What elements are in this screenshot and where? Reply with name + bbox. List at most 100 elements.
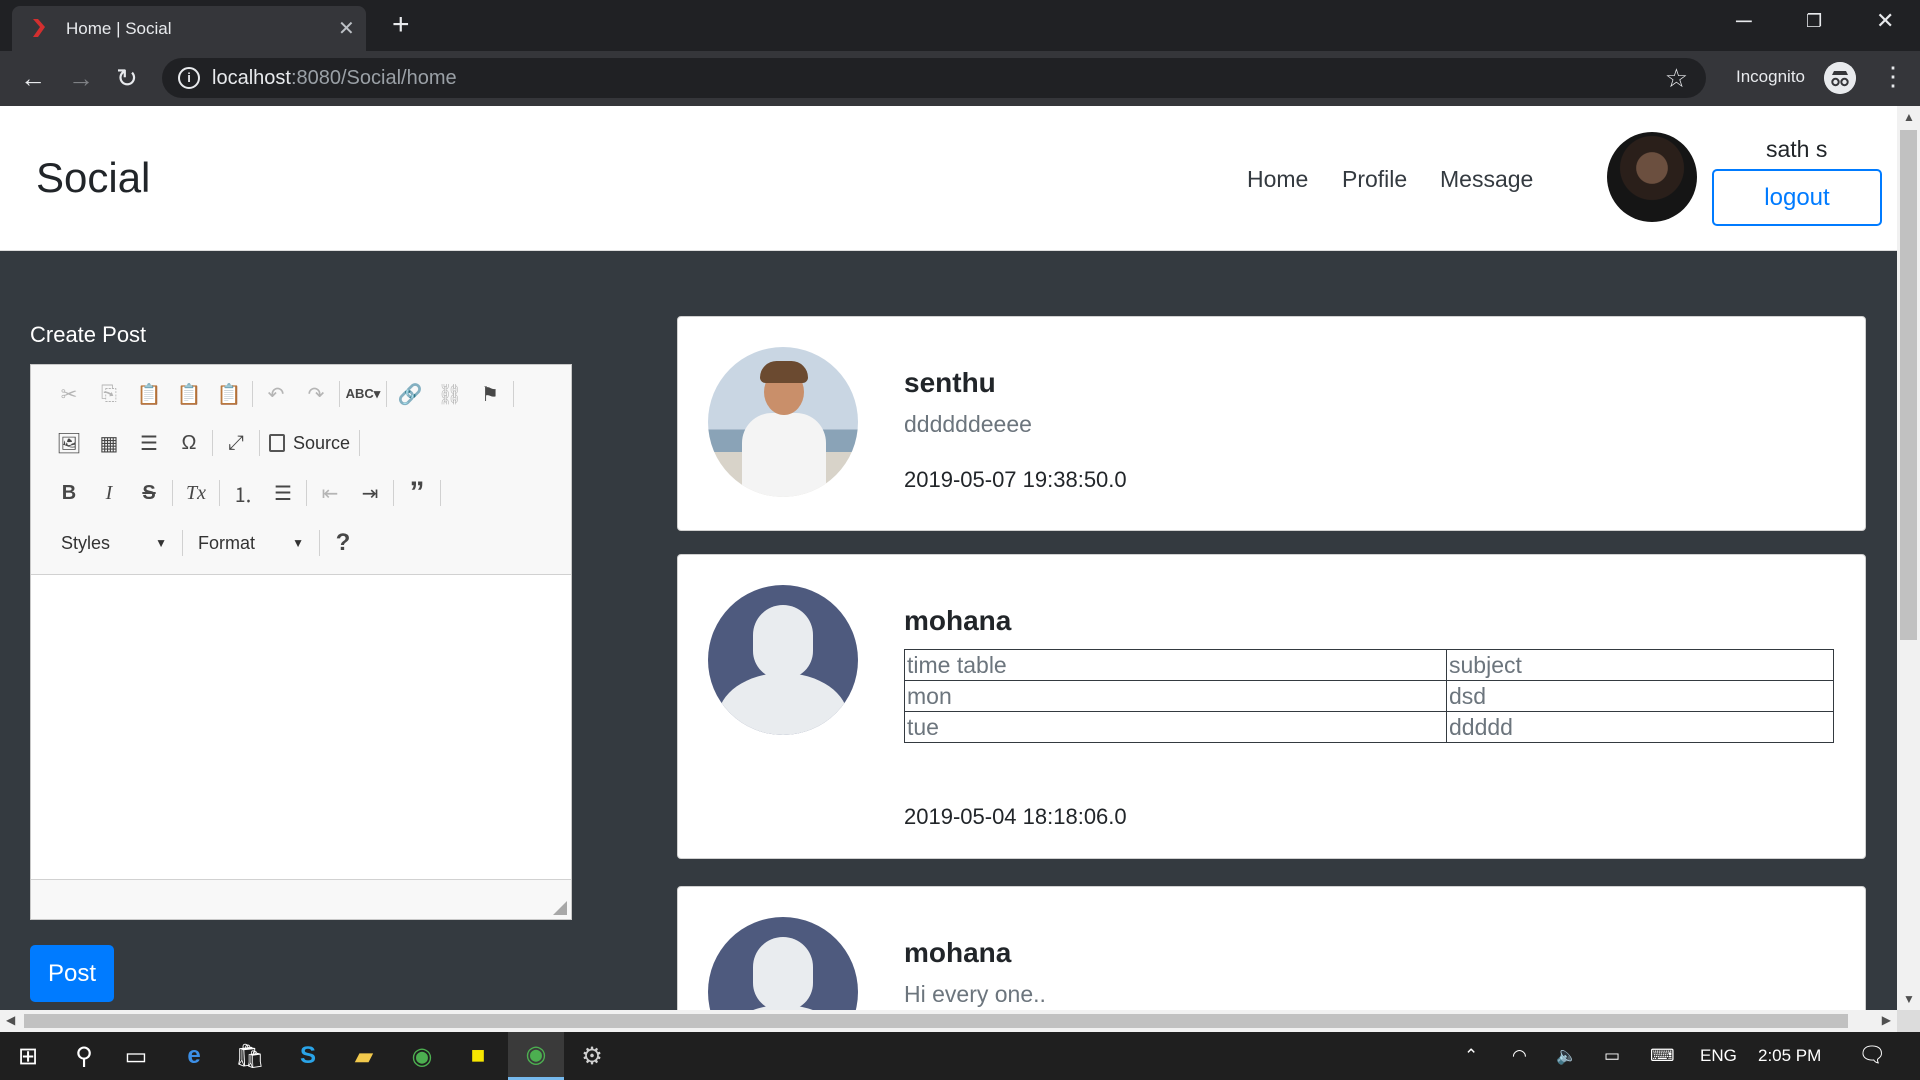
- start-windows-icon[interactable]: ⊞: [0, 1032, 56, 1080]
- spellcheck-icon[interactable]: ABC▾: [343, 378, 383, 410]
- toolbar-separator: [306, 480, 307, 506]
- site-info-icon[interactable]: i: [178, 67, 200, 89]
- maximize-icon[interactable]: ⤢: [216, 427, 256, 459]
- volume-icon[interactable]: 🔈: [1556, 1046, 1577, 1066]
- chevron-down-icon: ▼: [292, 536, 304, 550]
- sticky-notes-icon[interactable]: ■: [450, 1032, 506, 1080]
- bookmark-star-icon[interactable]: ☆: [1665, 63, 1688, 94]
- edge-icon[interactable]: e: [166, 1032, 222, 1080]
- anchor-flag-icon[interactable]: ⚑: [470, 378, 510, 410]
- post-author-avatar[interactable]: [708, 585, 858, 735]
- create-post-title: Create Post: [30, 322, 147, 347]
- undo-icon[interactable]: ↶: [256, 378, 296, 410]
- scroll-right-arrow-icon[interactable]: ▶: [1882, 1013, 1891, 1027]
- bulleted-list-icon[interactable]: ☰: [263, 477, 303, 509]
- link-icon[interactable]: 🔗: [390, 378, 430, 410]
- battery-icon[interactable]: ▭: [1604, 1046, 1620, 1066]
- incognito-icon[interactable]: [1824, 62, 1856, 94]
- unlink-icon[interactable]: ⛓: [430, 378, 470, 410]
- scrollbar-thumb[interactable]: [24, 1014, 1848, 1028]
- paste-icon[interactable]: 📋: [129, 378, 169, 410]
- site-brand[interactable]: Social: [36, 154, 150, 202]
- store-icon[interactable]: 🛍: [222, 1032, 278, 1080]
- forward-arrow-icon[interactable]: →: [68, 63, 94, 94]
- post-content: Hi every one..: [904, 981, 1046, 1007]
- show-hidden-icons-icon[interactable]: ⌃: [1464, 1046, 1478, 1066]
- toolbar-row-styles: Styles ▼ Format ▼ ?: [49, 525, 363, 561]
- back-arrow-icon[interactable]: ←: [20, 63, 46, 94]
- source-label: Source: [293, 432, 351, 453]
- bold-icon[interactable]: B: [49, 477, 89, 509]
- url-text[interactable]: localhost:8080/Social/home: [212, 67, 457, 90]
- clock-time[interactable]: 2:05 PM: [1758, 1046, 1821, 1066]
- special-char-icon[interactable]: Ω: [169, 427, 209, 459]
- toolbar-separator: [393, 480, 394, 506]
- reload-icon[interactable]: ↻: [116, 63, 138, 94]
- table-icon[interactable]: ▦: [89, 427, 129, 459]
- cut-icon[interactable]: ✂: [49, 378, 89, 410]
- browser-menu-icon[interactable]: ⋮: [1880, 61, 1906, 92]
- post-author-avatar[interactable]: [708, 917, 858, 1010]
- task-view-icon[interactable]: ▭: [108, 1032, 164, 1080]
- image-icon[interactable]: 🖼: [49, 427, 89, 459]
- nav-profile-link[interactable]: Profile: [1342, 166, 1407, 193]
- post-author[interactable]: mohana: [904, 605, 1011, 637]
- outdent-icon[interactable]: ⇤: [310, 477, 350, 509]
- new-tab-button[interactable]: +: [392, 8, 410, 42]
- post-author[interactable]: mohana: [904, 937, 1011, 969]
- vertical-scrollbar[interactable]: ▲ ▼: [1897, 106, 1920, 1010]
- scrollbar-corner: [1897, 1010, 1920, 1032]
- post-table: time table subject mon dsd tue ddddd: [904, 649, 1834, 743]
- action-center-icon[interactable]: 🗨: [1858, 1042, 1886, 1068]
- blockquote-icon[interactable]: ”: [397, 476, 437, 509]
- user-avatar[interactable]: [1607, 132, 1697, 222]
- wifi-icon[interactable]: ◠: [1512, 1046, 1527, 1066]
- browser-tab[interactable]: Home | Social ✕: [12, 6, 366, 51]
- post-author-avatar[interactable]: [708, 347, 858, 497]
- paste-word-icon[interactable]: 📋: [209, 378, 249, 410]
- post-button[interactable]: Post: [30, 945, 114, 1002]
- source-button[interactable]: Source: [263, 427, 356, 459]
- logout-button[interactable]: logout: [1712, 169, 1882, 226]
- nav-message-link[interactable]: Message: [1440, 166, 1533, 193]
- table-row: mon dsd: [904, 680, 1834, 712]
- strikethrough-icon[interactable]: S: [129, 477, 169, 509]
- help-icon[interactable]: ?: [323, 527, 363, 559]
- italic-icon[interactable]: I: [89, 477, 129, 509]
- resize-grip-icon[interactable]: [553, 901, 567, 915]
- post-author[interactable]: senthu: [904, 367, 996, 399]
- language-indicator[interactable]: ENG: [1700, 1046, 1737, 1066]
- remove-format-icon[interactable]: Tx: [176, 477, 216, 509]
- paste-text-icon[interactable]: 📋: [169, 378, 209, 410]
- horizontal-scrollbar[interactable]: ◀ ▶: [0, 1010, 1897, 1032]
- browser-toolbar: ← → ↻ i localhost:8080/Social/home ☆ Inc…: [0, 51, 1920, 106]
- post-timestamp: 2019-05-07 19:38:50.0: [904, 467, 1127, 492]
- horizontal-line-icon[interactable]: ☰: [129, 427, 169, 459]
- editor-content-area[interactable]: [31, 575, 571, 879]
- scrollbar-thumb[interactable]: [1900, 130, 1917, 640]
- styles-dropdown[interactable]: Styles ▼: [49, 528, 179, 558]
- nav-home-link[interactable]: Home: [1247, 166, 1308, 193]
- restore-button[interactable]: ❐: [1806, 11, 1822, 32]
- scroll-up-arrow-icon[interactable]: ▲: [1903, 110, 1915, 124]
- tab-close-icon[interactable]: ✕: [338, 16, 355, 41]
- skype-icon[interactable]: S: [280, 1032, 336, 1080]
- scroll-down-arrow-icon[interactable]: ▼: [1903, 992, 1915, 1006]
- indent-icon[interactable]: ⇥: [350, 477, 390, 509]
- search-icon[interactable]: ⚲: [56, 1032, 112, 1080]
- settings-app-icon[interactable]: ⚙: [564, 1032, 620, 1080]
- keyboard-icon[interactable]: ⌨: [1650, 1046, 1675, 1066]
- redo-icon[interactable]: ↷: [296, 378, 336, 410]
- chrome-incognito-icon[interactable]: ◉: [508, 1032, 564, 1080]
- format-dropdown[interactable]: Format ▼: [186, 528, 316, 558]
- numbered-list-icon[interactable]: ⒈: [223, 477, 263, 509]
- close-window-button[interactable]: ✕: [1876, 8, 1894, 34]
- file-explorer-icon[interactable]: ▰: [336, 1032, 392, 1080]
- address-bar[interactable]: i localhost:8080/Social/home ☆: [162, 58, 1706, 98]
- styles-label: Styles: [61, 532, 111, 553]
- chrome-icon[interactable]: ◉: [394, 1032, 450, 1080]
- scroll-left-arrow-icon[interactable]: ◀: [6, 1013, 15, 1027]
- copy-icon[interactable]: ⎘: [89, 378, 129, 410]
- toolbar-separator: [172, 480, 173, 506]
- minimize-button[interactable]: ─: [1736, 8, 1752, 34]
